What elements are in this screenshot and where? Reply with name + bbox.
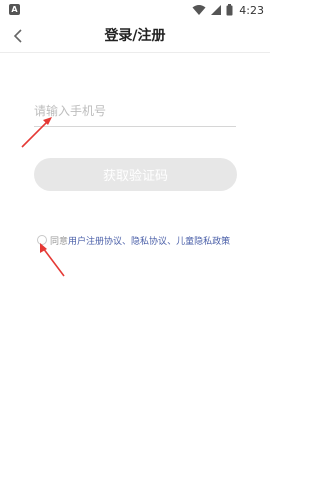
child-privacy-policy-link[interactable]: 儿童隐私政策 (176, 234, 230, 247)
status-icons: 4:23 (192, 2, 264, 18)
agree-prefix: 同意 (50, 236, 69, 247)
phone-input[interactable] (34, 96, 236, 127)
page-title: 登录/注册 (104, 28, 166, 44)
agree-checkbox[interactable] (37, 235, 47, 245)
privacy-agreement-link[interactable]: 隐私协议 (131, 234, 167, 247)
status-bar: A 4:23 (0, 0, 270, 20)
separator: 、 (167, 236, 177, 247)
separator: 、 (122, 236, 132, 247)
agreement-row: 同意 用户注册协议 、 隐私协议 、 儿童隐私政策 (37, 233, 230, 247)
status-time: 4:23 (239, 3, 264, 17)
arrow-to-checkbox (40, 243, 65, 277)
title-bar: 登录/注册 (0, 20, 270, 53)
signal-icon (211, 5, 222, 15)
get-code-button[interactable]: 获取验证码 (34, 158, 237, 191)
notification-icon: A (9, 4, 20, 15)
user-agreement-link[interactable]: 用户注册协议 (68, 234, 122, 247)
wifi-icon (192, 5, 206, 15)
battery-icon (226, 4, 233, 16)
